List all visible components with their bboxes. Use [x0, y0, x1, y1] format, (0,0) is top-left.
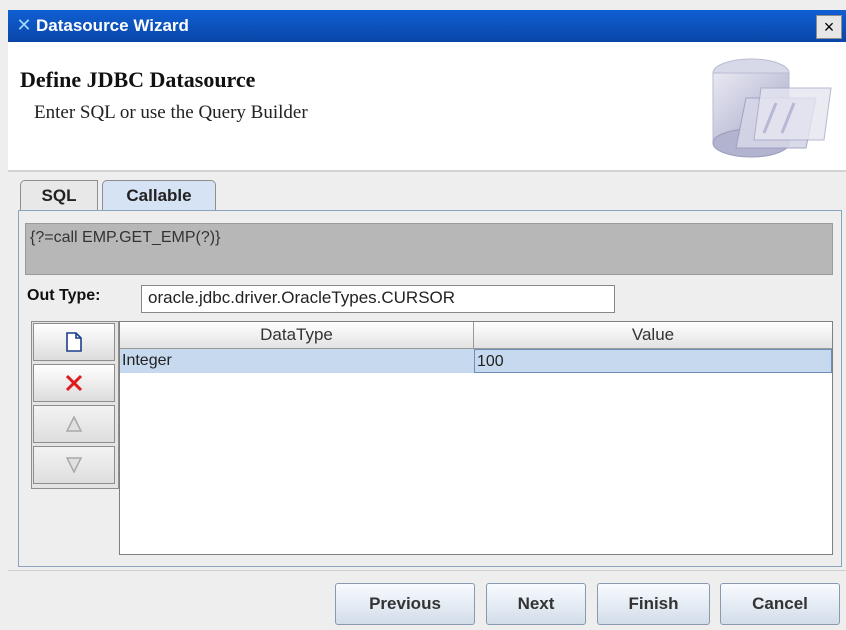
tab-callable[interactable]: Callable	[102, 180, 216, 211]
app-icon: ✕	[16, 15, 32, 36]
move-up-button[interactable]	[33, 405, 115, 443]
cancel-button[interactable]: Cancel	[720, 583, 840, 625]
callable-panel: {?=call EMP.GET_EMP(?)} Out Type: oracle…	[18, 210, 842, 567]
datasource-wizard-window: ✕ Datasource Wizard × Define JDBC Dataso…	[0, 0, 846, 630]
delete-icon	[65, 374, 83, 392]
previous-button[interactable]: Previous	[335, 583, 475, 625]
finish-button[interactable]: Finish	[597, 583, 710, 625]
move-up-icon	[65, 415, 83, 432]
out-type-label: Out Type:	[27, 287, 101, 304]
wizard-header: Define JDBC Datasource Enter SQL or use …	[8, 42, 846, 170]
delete-parameter-button[interactable]	[33, 364, 115, 402]
move-down-button[interactable]	[33, 446, 115, 484]
column-header-datatype[interactable]: DataType	[120, 322, 474, 348]
move-down-icon	[65, 457, 83, 474]
close-button[interactable]: ×	[816, 15, 842, 39]
cell-value[interactable]: 100	[474, 349, 832, 373]
out-type-field[interactable]: oracle.jdbc.driver.OracleTypes.CURSOR	[141, 285, 615, 313]
table-row[interactable]: Integer 100	[120, 349, 832, 373]
page-subtitle: Enter SQL or use the Query Builder	[34, 102, 308, 123]
database-icon	[712, 58, 832, 158]
header-separator	[8, 170, 846, 172]
parameters-table: DataType Value Integer 100	[119, 321, 833, 555]
page-title: Define JDBC Datasource	[20, 67, 256, 92]
column-header-value[interactable]: Value	[474, 322, 832, 348]
next-button[interactable]: Next	[486, 583, 586, 625]
new-icon	[66, 332, 82, 352]
parameter-buttons	[31, 321, 119, 489]
footer-separator	[8, 570, 846, 571]
table-header: DataType Value	[120, 322, 832, 349]
new-parameter-button[interactable]	[33, 323, 115, 361]
window-title: Datasource Wizard	[36, 16, 189, 35]
sql-editor[interactable]: {?=call EMP.GET_EMP(?)}	[25, 223, 833, 275]
cell-datatype[interactable]: Integer	[120, 349, 474, 373]
tab-sql[interactable]: SQL	[20, 180, 98, 211]
title-bar: ✕ Datasource Wizard ×	[8, 10, 846, 42]
